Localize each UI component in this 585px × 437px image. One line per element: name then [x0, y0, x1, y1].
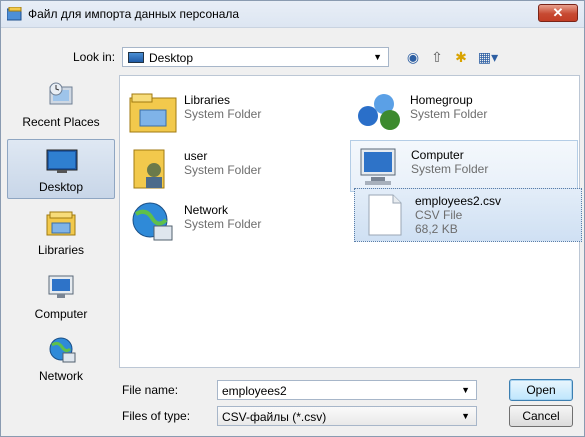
place-libraries[interactable]: Libraries: [7, 203, 115, 263]
computer-icon: [360, 148, 396, 185]
up-folder-icon[interactable]: ⇧: [427, 48, 447, 66]
computer-icon: [48, 275, 74, 298]
libraries-icon: [46, 211, 76, 236]
recent-places-icon: [49, 82, 73, 105]
csv-file-icon: [368, 194, 402, 236]
filename-label: File name:: [122, 383, 179, 397]
item-name: Libraries: [184, 93, 231, 107]
item-type: System Folder: [184, 217, 262, 231]
item-type: System Folder: [184, 107, 262, 121]
item-name: user: [184, 149, 208, 163]
item-type: CSV File: [415, 208, 463, 222]
homegroup-icon: [358, 94, 400, 130]
network-icon: [49, 337, 76, 363]
lookin-label: Look in:: [73, 50, 116, 64]
cancel-button[interactable]: Cancel: [509, 405, 573, 427]
lookin-combobox[interactable]: Desktop ▼: [122, 47, 389, 67]
chevron-down-icon[interactable]: ▼: [461, 411, 470, 421]
filename-value: employees2: [222, 384, 287, 398]
places-bar: Recent Places Desktop Libraries Computer…: [7, 75, 115, 392]
app-icon: [7, 7, 22, 21]
item-name: Homegroup: [410, 93, 473, 107]
item-name: employees2.csv: [415, 194, 502, 208]
filename-input[interactable]: employees2 ▼: [217, 380, 477, 400]
close-button[interactable]: ✕: [538, 4, 578, 22]
item-name: Network: [184, 203, 229, 217]
file-item-network[interactable]: Network System Folder: [124, 196, 352, 248]
place-label: Network: [38, 369, 83, 383]
file-item-homegroup[interactable]: Homegroup System Folder: [350, 86, 578, 138]
file-item-employees2[interactable]: employees2.csv CSV File 68,2 KB: [354, 188, 582, 242]
libraries-folder-icon: [129, 93, 177, 133]
desktop-icon: [46, 149, 78, 173]
place-network[interactable]: Network: [7, 329, 115, 389]
file-open-dialog: Файл для импорта данных персонала ✕ Look…: [0, 0, 585, 437]
new-folder-icon[interactable]: ✱: [451, 48, 471, 66]
chevron-down-icon[interactable]: ▼: [373, 52, 382, 62]
filetype-value: CSV-файлы (*.csv): [222, 410, 327, 424]
item-name: Computer: [411, 148, 464, 162]
place-label: Libraries: [37, 243, 85, 257]
chevron-down-icon[interactable]: ▼: [461, 385, 470, 395]
place-label: Recent Places: [22, 115, 100, 129]
desktop-icon: [128, 52, 144, 63]
item-type: System Folder: [410, 107, 488, 121]
filetype-label: Files of type:: [122, 409, 191, 423]
user-folder-icon: [133, 149, 165, 189]
open-button[interactable]: Open: [509, 379, 573, 401]
file-item-user[interactable]: user System Folder: [124, 142, 352, 194]
file-item-computer[interactable]: Computer System Folder: [350, 140, 578, 192]
filetype-select[interactable]: CSV-файлы (*.csv) ▼: [217, 406, 477, 426]
file-item-libraries[interactable]: Libraries System Folder: [124, 86, 352, 138]
place-label: Computer: [34, 307, 88, 321]
file-list[interactable]: Libraries System Folder Homegroup System…: [119, 75, 582, 368]
network-icon: [132, 202, 173, 241]
place-desktop[interactable]: Desktop: [7, 139, 115, 199]
title-bar[interactable]: Файл для импорта данных персонала ✕: [1, 1, 584, 28]
window-title: Файл для импорта данных персонала: [28, 7, 240, 21]
item-size: 68,2 KB: [415, 222, 458, 236]
place-recent-places[interactable]: Recent Places: [7, 75, 115, 135]
back-icon[interactable]: ◉: [403, 48, 423, 66]
view-menu-icon[interactable]: ▦▾: [475, 48, 501, 66]
item-type: System Folder: [411, 162, 489, 176]
place-computer[interactable]: Computer: [7, 267, 115, 327]
item-type: System Folder: [184, 163, 262, 177]
place-label: Desktop: [38, 180, 84, 194]
lookin-value: Desktop: [149, 51, 194, 65]
lookin-toolbar: Look in: Desktop ▼ ◉ ⇧ ✱ ▦▾: [1, 45, 584, 69]
